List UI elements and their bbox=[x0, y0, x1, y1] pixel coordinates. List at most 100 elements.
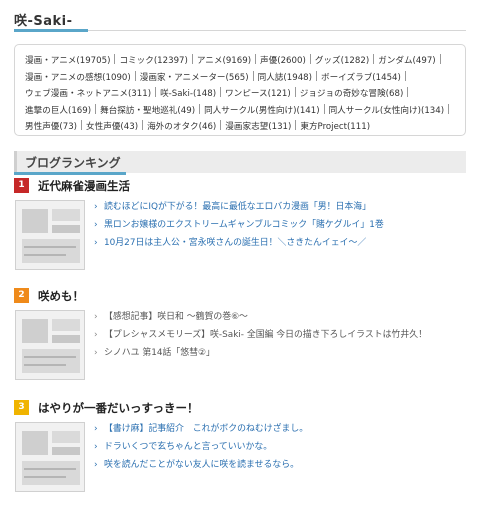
chevron-right-icon: › bbox=[94, 238, 98, 248]
blog-entry-title: 【プレシャスメモリーズ】咲-Saki- 全国編 今日の描き下ろしイラストは竹井久… bbox=[104, 330, 427, 340]
blog-thumbnail[interactable] bbox=[15, 310, 85, 380]
category-tag[interactable]: 東方Project(111) bbox=[300, 122, 370, 132]
tag-separator bbox=[220, 120, 222, 131]
category-tag[interactable]: コミック(12397) bbox=[119, 56, 187, 66]
tag-cloud: 漫画・アニメ(19705) コミック(12397) アニメ(9169) 声優(2600… bbox=[25, 53, 459, 136]
blog-name-link[interactable]: はやりが一番だいっすっきー！ bbox=[38, 400, 199, 416]
category-tag[interactable]: ボーイズラブ(1454) bbox=[321, 73, 401, 83]
blog-name-link[interactable]: 近代麻雀漫画生活 bbox=[38, 178, 130, 194]
category-tag[interactable]: 漫画家・アニメーター(565) bbox=[140, 73, 249, 83]
tag-separator bbox=[81, 120, 83, 131]
blog-entry-list: › 【感想記事】咲日和 ～鶴賀の巻⑥～ › 【プレシャスメモリーズ】咲-Saki- 全… bbox=[94, 310, 466, 364]
tag-separator bbox=[114, 54, 116, 64]
tag-separator bbox=[294, 87, 296, 98]
tag-separator bbox=[155, 87, 157, 98]
blog-entry-link[interactable]: › ドラいくつで玄ちゃんと言っていいかな。 bbox=[94, 440, 466, 458]
tag-separator bbox=[295, 120, 297, 131]
tag-separator bbox=[448, 103, 450, 114]
category-tag[interactable]: ワンピース(121) bbox=[225, 89, 291, 99]
blog-name-link[interactable]: 咲めも！ bbox=[38, 288, 84, 304]
ranking-blog-header: 3 はやりが一番だいっすっきー！ bbox=[14, 400, 466, 418]
blog-entry-title: 黒ロンお嬢様のエクストリームギャンブルコミック「賭ケグルイ」1巻 bbox=[104, 220, 384, 230]
tag-separator bbox=[134, 70, 136, 81]
chevron-right-icon: › bbox=[94, 460, 98, 470]
blog-entry-link[interactable]: › 【書け麻】記事紹介 これがボクのねむけざまし。 bbox=[94, 422, 466, 440]
category-tag[interactable]: ウェブ漫画・ネットアニメ(311) bbox=[25, 89, 151, 99]
tag-separator bbox=[404, 70, 406, 81]
chevron-right-icon: › bbox=[94, 424, 98, 434]
blog-entry-title: シノハユ 第14話「悠彗②」 bbox=[104, 348, 215, 358]
blog-entry-title: 読むほどにIQが下がる！最高に最低なエロバカ漫画「男！日本海」 bbox=[104, 202, 371, 212]
tag-separator bbox=[191, 54, 193, 64]
thumbnail-image bbox=[16, 201, 84, 269]
tag-separator bbox=[407, 87, 409, 98]
thumbnail-image bbox=[16, 311, 84, 379]
ranking-blog-header: 2 咲めも！ bbox=[14, 288, 466, 306]
title-accent-bar bbox=[14, 29, 88, 32]
blog-entry-link[interactable]: › 10月27日は主人公・宮永咲さんの誕生日！＼さきたんイェイ～／ bbox=[94, 236, 466, 254]
ranking-blog: 2 咲めも！ › 【感想記事】咲日和 ～鶴賀の巻⑥～ › 【プレシャスメモリーズ】咲-Sa… bbox=[14, 288, 466, 380]
ranking-header: ブログランキング bbox=[14, 151, 466, 173]
category-tag[interactable]: 声優(2600) bbox=[260, 56, 306, 66]
ranking-blog: 1 近代麻雀漫画生活 › 読むほどにIQが下がる！最高に最低なエロバカ漫画「男！日本海… bbox=[14, 178, 466, 270]
category-tag[interactable]: 同人サークル(女性向け)(134) bbox=[329, 106, 445, 116]
blog-entry-title: ドラいくつで玄ちゃんと言っていいかな。 bbox=[104, 442, 273, 452]
site-title[interactable]: 咲-Saki- bbox=[14, 10, 73, 29]
chevron-right-icon: › bbox=[94, 202, 98, 212]
category-tag[interactable]: 海外のオタク(46) bbox=[147, 122, 216, 132]
thumbnail-image bbox=[16, 423, 84, 491]
category-tag-box: 漫画・アニメ(19705) コミック(12397) アニメ(9169) 声優(2600… bbox=[14, 44, 466, 136]
tag-separator bbox=[199, 103, 201, 114]
blog-entry-list: › 読むほどにIQが下がる！最高に最低なエロバカ漫画「男！日本海」 › 黒ロンお嬢様の… bbox=[94, 200, 466, 254]
tag-separator bbox=[95, 103, 97, 114]
ranking-accent-bar bbox=[14, 172, 126, 175]
category-tag[interactable]: ジョジョの奇妙な冒険(68) bbox=[300, 89, 404, 99]
blog-entry-link[interactable]: › 読むほどにIQが下がる！最高に最低なエロバカ漫画「男！日本海」 bbox=[94, 200, 466, 218]
blog-thumbnail[interactable] bbox=[15, 422, 85, 492]
blog-entry-title: 10月27日は主人公・宮永咲さんの誕生日！＼さきたんイェイ～／ bbox=[104, 238, 367, 248]
tag-separator bbox=[255, 54, 257, 64]
category-tag[interactable]: 舞台探訪・聖地巡礼(49) bbox=[100, 106, 195, 116]
category-tag[interactable]: ガンダム(497) bbox=[378, 56, 435, 66]
tag-separator bbox=[323, 103, 325, 114]
chevron-right-icon: › bbox=[94, 348, 98, 358]
ranking-blog-header: 1 近代麻雀漫画生活 bbox=[14, 178, 466, 196]
category-tag[interactable]: 男性声優(73) bbox=[25, 122, 77, 132]
rank-badge: 1 bbox=[14, 178, 29, 193]
category-tag[interactable]: 漫画家志望(131) bbox=[225, 122, 291, 132]
tag-separator bbox=[309, 54, 311, 64]
chevron-right-icon: › bbox=[94, 220, 98, 230]
blog-entry-link[interactable]: › 咲を読んだことがない友人に咲を読ませるなら。 bbox=[94, 458, 466, 476]
tag-separator bbox=[220, 87, 222, 98]
ranking-title: ブログランキング bbox=[25, 156, 121, 170]
blog-entry-title: 【書け麻】記事紹介 これがボクのねむけざまし。 bbox=[104, 424, 309, 434]
blog-thumbnail[interactable] bbox=[15, 200, 85, 270]
tag-separator bbox=[373, 54, 375, 64]
blog-entry-link[interactable]: › 黒ロンお嬢様のエクストリームギャンブルコミック「賭ケグルイ」1巻 bbox=[94, 218, 466, 236]
blog-entry-link[interactable]: › 【プレシャスメモリーズ】咲-Saki- 全国編 今日の描き下ろしイラストは竹井… bbox=[94, 328, 466, 346]
tag-separator bbox=[315, 70, 317, 81]
tag-separator bbox=[142, 120, 144, 131]
blog-entry-link[interactable]: › シノハユ 第14話「悠彗②」 bbox=[94, 346, 466, 364]
tag-separator bbox=[252, 70, 254, 81]
category-tag[interactable]: グッズ(1282) bbox=[315, 56, 369, 66]
blog-entry-title: 【感想記事】咲日和 ～鶴賀の巻⑥～ bbox=[104, 312, 248, 322]
category-tag[interactable]: 女性声優(43) bbox=[86, 122, 138, 132]
category-tag[interactable]: 漫画・アニメ(19705) bbox=[25, 56, 110, 66]
chevron-right-icon: › bbox=[94, 312, 98, 322]
tag-separator bbox=[439, 54, 441, 64]
blog-entry-list: › 【書け麻】記事紹介 これがボクのねむけざまし。 › ドラいくつで玄ちゃんと言ってい… bbox=[94, 422, 466, 476]
category-tag[interactable]: 漫画・アニメの感想(1090) bbox=[25, 73, 131, 83]
category-tag[interactable]: 進撃の巨人(169) bbox=[25, 106, 91, 116]
ranking-blog: 3 はやりが一番だいっすっきー！ › 【書け麻】記事紹介 これがボクのねむけざまし。 ›… bbox=[14, 400, 466, 492]
chevron-right-icon: › bbox=[94, 330, 98, 340]
rank-badge: 3 bbox=[14, 400, 29, 415]
blog-entry-link[interactable]: › 【感想記事】咲日和 ～鶴賀の巻⑥～ bbox=[94, 310, 466, 328]
category-tag[interactable]: 咲-Saki-(148) bbox=[160, 89, 216, 99]
blog-entry-title: 咲を読んだことがない友人に咲を読ませるなら。 bbox=[104, 460, 299, 470]
category-tag[interactable]: 同人サークル(男性向け)(141) bbox=[204, 106, 320, 116]
chevron-right-icon: › bbox=[94, 442, 98, 452]
category-tag[interactable]: アニメ(9169) bbox=[197, 56, 251, 66]
category-tag[interactable]: 同人誌(1948) bbox=[258, 73, 312, 83]
rank-badge: 2 bbox=[14, 288, 29, 303]
